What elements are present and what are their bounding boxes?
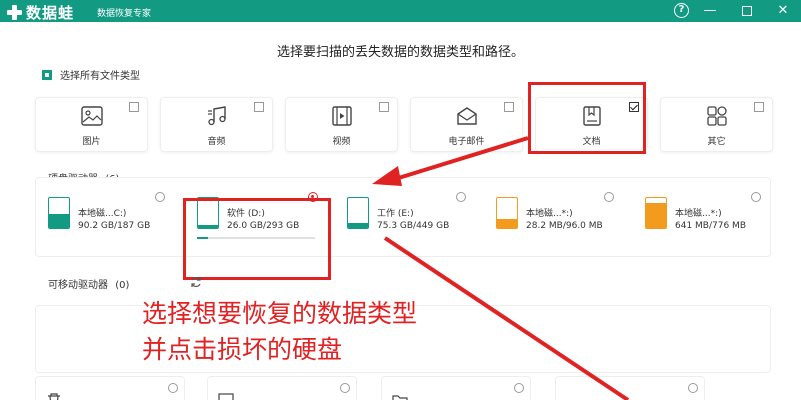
drive-size: 641 MB/776 MB [675,221,746,231]
bottom-drive-card[interactable] [381,376,531,400]
file-type-label: 音频 [207,137,226,147]
drive-item[interactable]: 本地磁...C:) 90.2 GB/187 GB [48,187,178,247]
file-type-video[interactable]: 视频 [285,97,398,152]
drive-radio[interactable] [751,192,761,202]
annotation-highlight-box [528,82,646,154]
removable-drives-label: 可移动驱动器 (0) [48,276,129,291]
file-type-checkbox[interactable] [754,102,764,112]
drive-icon [48,197,70,229]
drive-name: 本地磁...*:) [675,209,722,219]
drive-size: 28.2 MB/96.0 MB [526,221,603,231]
drive-size: 90.2 GB/187 GB [78,221,151,231]
checkbox-checked-icon [42,69,52,80]
removable-drives-title: 可移动驱动器 [48,280,108,291]
drive-icon [347,197,369,229]
file-type-checkbox[interactable] [379,102,389,112]
maximize-icon [742,5,752,16]
bottom-drive-card[interactable] [207,376,357,400]
drive-name: 工作 (E:) [377,209,414,219]
help-button[interactable]: ? [674,3,689,18]
drive-radio[interactable] [155,192,165,202]
music-icon [207,106,226,126]
drive-icon [645,197,667,229]
drive-name: 本地磁...*:) [526,209,573,219]
drive-size: 75.3 GB/449 GB [377,221,450,231]
title-bar: 数据蛙 数据恢复专家 ? — ✕ [0,0,801,22]
file-type-audio[interactable]: 音频 [160,97,273,152]
drive-item[interactable]: 本地磁...*:) 28.2 MB/96.0 MB [496,187,626,247]
bottom-drive-card[interactable] [555,376,705,400]
app-subtitle: 数据恢复专家 [97,9,152,19]
annotation-highlight-box [183,198,331,280]
maximize-button[interactable] [735,1,759,21]
close-button[interactable]: ✕ [771,1,795,21]
drive-radio[interactable] [456,192,466,202]
drive-radio[interactable] [604,192,614,202]
main-content: 选择要扫描的丢失数据的数据类型和路径。 选择所有文件类型 图片 音频 视频 电子… [0,22,801,400]
email-icon [456,107,477,125]
file-type-label: 其它 [707,137,726,147]
image-icon [80,106,103,126]
drive-radio[interactable] [514,383,524,393]
drive-item[interactable]: 本地磁...*:) 641 MB/776 MB [645,187,775,247]
folder-icon [392,395,408,400]
file-type-other[interactable]: 其它 [660,97,773,152]
drive-radio[interactable] [168,383,178,393]
file-type-email[interactable]: 电子邮件 [410,97,523,152]
annotation-text-line1: 选择想要恢复的数据类型 [142,299,418,328]
page-heading: 选择要扫描的丢失数据的数据类型和路径。 [276,45,524,60]
drive-name: 本地磁...C:) [78,209,127,219]
file-type-checkbox[interactable] [129,102,139,112]
file-type-label: 视频 [332,137,351,147]
plus-logo-icon [6,4,23,21]
file-type-checkbox[interactable] [254,102,264,112]
file-type-image[interactable]: 图片 [35,97,148,152]
file-type-label: 电子邮件 [448,137,485,147]
app-name: 数据蛙 [26,4,75,22]
desktop-icon [218,393,234,400]
app-logo: 数据蛙 [6,2,74,23]
bottom-drive-card[interactable] [35,376,185,400]
removable-drives-count: (0) [115,280,130,291]
trash-icon [48,393,60,400]
other-icon [706,106,727,126]
drive-item[interactable]: 工作 (E:) 75.3 GB/449 GB [347,187,477,247]
select-all-label: 选择所有文件类型 [60,71,140,82]
video-icon [331,106,352,126]
drive-icon [496,197,518,229]
refresh-icon[interactable] [190,276,202,288]
annotation-text-line2: 并点击损坏的硬盘 [142,335,343,364]
file-type-checkbox[interactable] [504,102,514,112]
drive-radio[interactable] [688,383,698,393]
select-all-checkbox[interactable]: 选择所有文件类型 [42,67,140,82]
file-type-label: 图片 [82,137,101,147]
minimize-button[interactable]: — [698,1,722,21]
drive-radio[interactable] [340,383,350,393]
